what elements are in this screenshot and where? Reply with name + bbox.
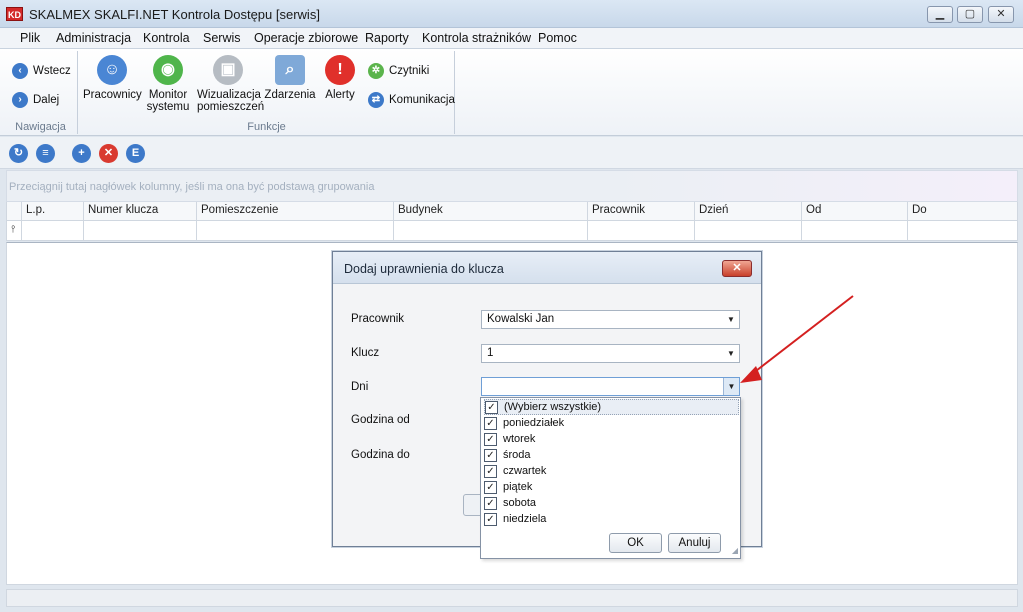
annotation-arrow	[740, 295, 854, 383]
arrow-shaft	[751, 295, 854, 375]
